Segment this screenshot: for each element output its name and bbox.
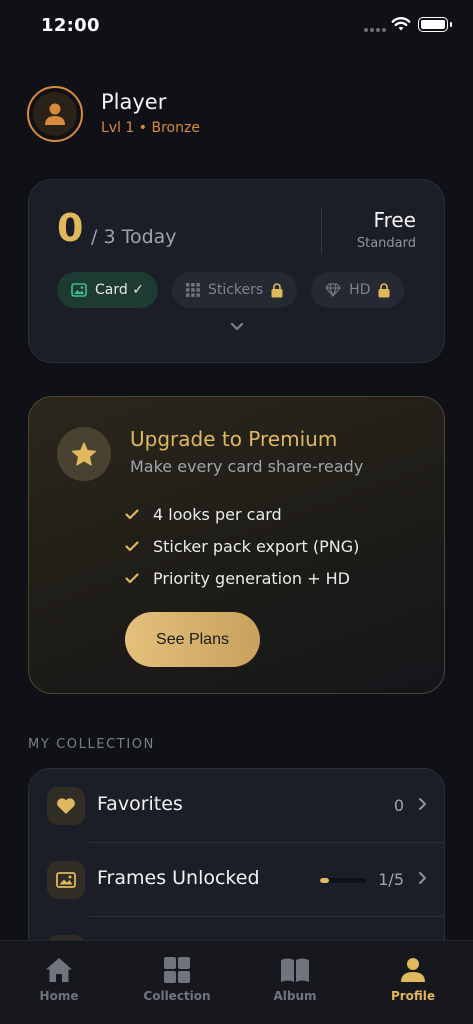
grid-icon <box>164 957 190 983</box>
tab-profile[interactable]: Profile <box>363 957 463 1003</box>
wifi-icon <box>391 17 411 31</box>
chip-stickers-label: Stickers <box>207 282 264 298</box>
battery-icon <box>418 17 452 32</box>
tab-album[interactable]: Album <box>245 957 345 1003</box>
check-icon <box>125 572 153 584</box>
benefit-text: 4 looks per card <box>153 504 282 524</box>
chip-card-label: Card ✓ <box>95 282 144 298</box>
tab-bar: Home Collection Album Profile <box>0 940 473 1024</box>
plan-name: Free <box>373 208 416 232</box>
avatar[interactable] <box>27 86 83 142</box>
benefit-list: 4 looks per card Sticker pack export (PN… <box>125 498 359 594</box>
player-level: Lvl 1 • Bronze <box>101 120 200 136</box>
profile-header: Player Lvl 1 • Bronze <box>27 86 447 142</box>
person-icon <box>401 958 425 982</box>
list-item-label: Favorites <box>97 793 183 815</box>
player-name: Player <box>101 90 167 114</box>
list-item-favorites[interactable]: Favorites 0 <box>29 769 444 843</box>
chevron-right-icon <box>419 798 426 810</box>
benefit-item: 4 looks per card <box>125 498 359 530</box>
tab-home[interactable]: Home <box>9 957 109 1003</box>
tab-collection[interactable]: Collection <box>127 957 227 1003</box>
see-plans-button[interactable]: See Plans <box>125 612 260 667</box>
list-item-label: Frames Unlocked <box>97 867 260 889</box>
grid-icon <box>185 283 200 297</box>
status-bar: 12:00 <box>0 0 473 52</box>
person-icon <box>45 103 65 125</box>
section-label: MY COLLECTION <box>28 737 155 752</box>
list-item-frames[interactable]: Frames Unlocked 1/5 <box>29 843 444 917</box>
tab-label: Profile <box>390 989 436 1003</box>
check-icon <box>125 508 153 520</box>
list-item-value: 1/5 <box>378 870 404 889</box>
lock-icon <box>271 282 283 298</box>
usage-count: 0 <box>57 206 84 250</box>
usage-limit: / 3 Today <box>91 226 177 248</box>
benefit-item: Sticker pack export (PNG) <box>125 530 359 562</box>
benefit-text: Priority generation + HD <box>153 568 350 588</box>
chip-hd-label: HD <box>349 282 371 298</box>
lock-icon <box>378 282 390 298</box>
premium-title: Upgrade to Premium <box>130 427 338 451</box>
benefit-item: Priority generation + HD <box>125 562 359 594</box>
benefit-text: Sticker pack export (PNG) <box>153 536 360 556</box>
image-icon <box>47 861 85 899</box>
chip-stickers[interactable]: Stickers <box>171 272 298 308</box>
signal-icon <box>364 28 386 32</box>
chip-card[interactable]: Card ✓ <box>57 272 158 308</box>
book-icon <box>281 958 309 982</box>
chevron-down-icon[interactable] <box>229 322 245 332</box>
status-time: 12:00 <box>41 15 100 36</box>
premium-subtitle: Make every card share-ready <box>130 457 364 476</box>
list-item-value: 0 <box>393 796 404 815</box>
progress-bar <box>320 878 366 883</box>
chip-hd[interactable]: HD <box>311 272 405 308</box>
feature-chips: Card ✓ Stickers HD <box>57 272 405 308</box>
image-icon <box>71 283 87 297</box>
star-badge <box>57 427 111 481</box>
diamond-icon <box>325 283 341 297</box>
star-icon <box>71 441 97 466</box>
heart-icon <box>47 787 85 825</box>
divider <box>321 208 322 254</box>
check-icon <box>125 540 153 552</box>
home-icon <box>46 958 72 982</box>
premium-card: Upgrade to Premium Make every card share… <box>28 396 445 694</box>
usage-card: 0 / 3 Today Free Standard Card ✓ Sticker… <box>28 179 445 363</box>
tab-label: Collection <box>143 989 211 1003</box>
chevron-right-icon <box>419 872 426 884</box>
tab-label: Home <box>39 989 79 1003</box>
plan-tier: Standard <box>356 236 416 251</box>
tab-label: Album <box>273 989 317 1003</box>
